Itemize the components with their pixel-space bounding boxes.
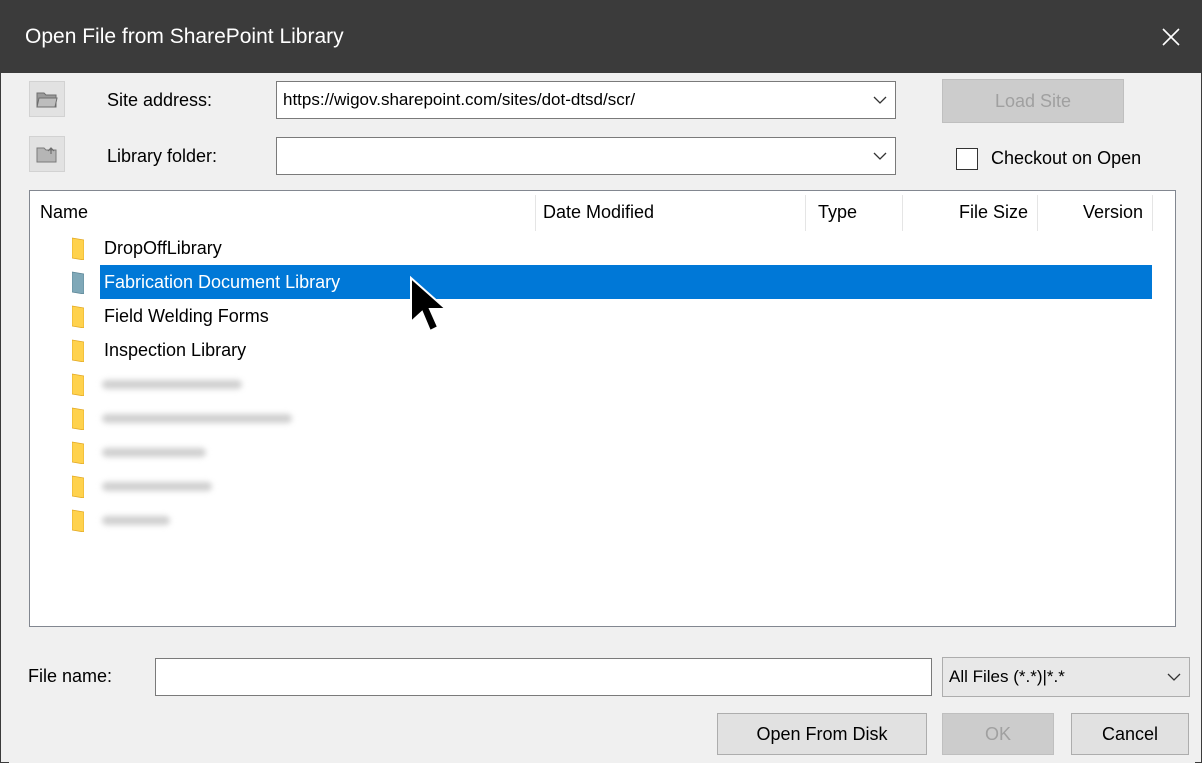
column-header-name[interactable]: Name [40,191,530,233]
list-item[interactable]: Fabrication Document Library [30,265,1154,299]
redacted-label [102,414,292,423]
checkout-checkbox[interactable] [956,148,978,170]
open-file-dialog: Open File from SharePoint Library Site a… [0,0,1202,763]
list-item-redacted[interactable] [30,435,1154,469]
site-address-value[interactable]: https://wigov.sharepoint.com/sites/dot-d… [277,90,865,110]
column-header-date-modified[interactable]: Date Modified [543,191,803,233]
column-header-file-size[interactable]: File Size [902,191,1028,233]
close-icon [1162,28,1180,46]
load-site-button[interactable]: Load Site [942,79,1124,123]
list-item-label[interactable]: Field Welding Forms [100,299,273,333]
chevron-down-icon[interactable] [1159,658,1189,696]
list-item-redacted[interactable] [30,367,1154,401]
list-item-label[interactable]: Inspection Library [100,333,250,367]
folder-icon [71,474,85,499]
site-address-label: Site address: [107,90,213,110]
folder-icon [71,440,85,465]
folder-icon [71,406,85,431]
chevron-down-icon[interactable] [865,138,895,174]
file-type-filter-value[interactable]: All Files (*.*)|*.* [943,667,1159,687]
cancel-button[interactable]: Cancel [1071,713,1189,755]
list-item-label[interactable]: Fabrication Document Library [100,265,344,299]
chevron-down-icon[interactable] [865,82,895,118]
close-button[interactable] [1141,1,1201,73]
title-bar: Open File from SharePoint Library [1,1,1201,73]
checkout-label[interactable]: Checkout on Open [991,148,1141,169]
column-separator[interactable] [535,195,536,231]
redacted-label [102,380,242,389]
list-item[interactable]: Field Welding Forms [30,299,1154,333]
column-header-type[interactable]: Type [818,191,898,233]
library-up-button[interactable] [29,136,65,172]
dialog-body: Site address: https://wigov.sharepoint.c… [9,73,1195,763]
list-item-redacted[interactable] [30,469,1154,503]
list-item[interactable]: Inspection Library [30,333,1154,367]
column-header-version[interactable]: Version [1037,191,1143,233]
list-item-redacted[interactable] [30,401,1154,435]
site-address-combo[interactable]: https://wigov.sharepoint.com/sites/dot-d… [276,81,896,119]
folder-open-icon [36,92,58,108]
file-type-filter[interactable]: All Files (*.*)|*.* [942,657,1190,697]
list-item-redacted[interactable] [30,503,1154,537]
redacted-label [102,482,212,491]
mouse-cursor-icon [410,275,449,333]
open-from-disk-button[interactable]: Open From Disk [717,713,927,755]
ok-button[interactable]: OK [942,713,1054,755]
column-separator[interactable] [805,195,806,231]
list-item[interactable]: DropOffLibrary [30,231,1154,265]
file-name-label: File name: [28,666,113,686]
library-folder-combo[interactable] [276,137,896,175]
library-list[interactable]: Name Date Modified Type File Size Versio… [29,190,1176,627]
folder-icon [71,270,85,295]
folder-icon [71,236,85,261]
library-folder-label: Library folder: [107,146,218,166]
dialog-title: Open File from SharePoint Library [25,25,344,48]
folder-icon [71,338,85,363]
folder-icon [71,304,85,329]
folder-up-icon [36,147,57,163]
redacted-label [102,448,206,457]
folder-icon [71,508,85,533]
site-browse-button[interactable] [29,81,65,117]
file-name-input[interactable] [155,658,932,696]
list-item-label[interactable]: DropOffLibrary [100,231,226,265]
folder-icon [71,372,85,397]
redacted-label [102,516,170,525]
column-separator[interactable] [1152,195,1153,231]
